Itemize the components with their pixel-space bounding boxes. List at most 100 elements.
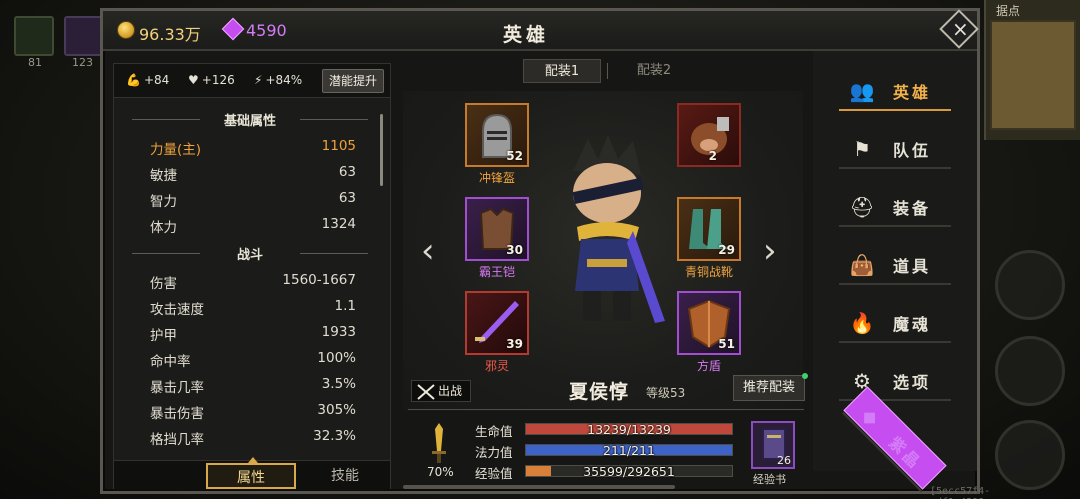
background-skill-slot: [64, 16, 104, 56]
tab-loadout-2[interactable]: 配装2: [615, 59, 693, 83]
fire-icon: 🔥: [849, 311, 875, 335]
speed-bonus: ⚡ +84%: [254, 73, 303, 87]
hp-bar: 13239/13239: [525, 422, 733, 437]
heart-icon: ♥: [188, 73, 199, 87]
gold-amount: 96.33万: [139, 25, 201, 44]
background-menu-button: [995, 420, 1065, 490]
equip-level: 30: [506, 243, 523, 257]
dialog-topbar: 96.33万 4590 英雄 ×: [103, 9, 979, 51]
potential-bonus-bar: 💪 +84 ♥ +126 ⚡ +84% 潜能提升: [114, 64, 390, 98]
equip-slot-armor[interactable]: 30: [465, 197, 529, 261]
minimap[interactable]: 据点: [984, 0, 1080, 140]
muscle-icon: 💪: [126, 73, 141, 87]
mp-bar: 211/211: [525, 443, 733, 458]
tab-divider: [607, 63, 608, 79]
equip-slot-helmet[interactable]: 52: [465, 103, 529, 167]
equip-level: 51: [718, 337, 735, 351]
equip-level: 52: [506, 149, 523, 163]
equip-level: 29: [718, 243, 735, 257]
dialog-title: 英雄: [503, 24, 550, 46]
loadout-tabs: 配装1 配装2: [523, 59, 703, 83]
nav-soul[interactable]: 🔥 魔魂: [839, 305, 951, 343]
nav-items[interactable]: 👜 道具: [839, 247, 951, 285]
minimap-map: [990, 20, 1076, 130]
background-potion-button: [995, 336, 1065, 406]
hp-label: 生命值: [475, 424, 513, 439]
nav-team[interactable]: ⚑ 队伍: [839, 131, 951, 169]
book-label: 经验书: [753, 473, 786, 486]
crossed-swords-icon: [417, 384, 435, 400]
stat-row: 格挡几率 32.3%: [150, 428, 356, 448]
potential-upgrade-button[interactable]: 潜能提升: [322, 69, 384, 93]
basic-attributes-header: 基础属性: [132, 110, 368, 129]
stat-row: 命中率 100%: [150, 350, 356, 370]
deploy-button[interactable]: 出战: [411, 380, 471, 402]
gem-amount: 4590: [246, 21, 287, 40]
sword-power-icon: [432, 423, 446, 463]
horizontal-scrollbar[interactable]: [403, 485, 675, 489]
mp-label: 法力值: [475, 445, 513, 460]
exp-book-slot[interactable]: 26: [751, 421, 795, 469]
deploy-label: 出战: [438, 384, 463, 398]
exp-bar: 35599/292651: [525, 464, 733, 479]
right-nav: 👥 英雄 ⚑ 队伍 ⛑ 装备 👜 道具 🔥 魔魂 ⚙ 选项 ◆ 紫晶: [813, 51, 977, 490]
prev-hero-arrow-icon[interactable]: ‹: [421, 231, 435, 271]
equip-name: 方盾: [696, 359, 721, 373]
background-skill-slot: [14, 16, 54, 56]
background-slot-count: 81: [28, 56, 42, 69]
equip-name: 青铜战靴: [684, 265, 733, 279]
stat-row: 敏捷 63: [150, 164, 356, 184]
stat-row: 伤害 1560-1667: [150, 272, 356, 292]
gem-icon: ◆: [857, 402, 885, 431]
battle-attributes-header: 战斗: [132, 244, 368, 263]
nav-amethyst[interactable]: ◆ 紫晶: [843, 386, 947, 490]
nav-equipment[interactable]: ⛑ 装备: [839, 189, 951, 227]
strength-bonus: 💪 +84: [126, 73, 170, 87]
close-icon[interactable]: ×: [952, 17, 969, 41]
stat-row: 力量(主) 1105: [150, 138, 356, 158]
equip-name: 冲锋盔: [478, 171, 515, 185]
minimap-title: 据点: [996, 4, 1021, 18]
exp-label: 经验值: [475, 466, 513, 481]
book-count: 26: [777, 454, 791, 467]
section-divider: [408, 409, 804, 410]
session-id: [5ecc57f4-edf1-4298-952f]: [930, 486, 991, 499]
hero-name: 夏侯惇: [569, 381, 630, 403]
exp-value: 35599/292651: [583, 464, 675, 479]
stat-row: 暴击伤害 305%: [150, 402, 356, 422]
equip-slot-weapon[interactable]: 39: [465, 291, 529, 355]
background-slot-count: 123: [72, 56, 93, 69]
left-tabs: 属性 技能: [114, 457, 390, 490]
hero-dialog: 96.33万 4590 英雄 × 💪 +84 ♥ +126 ⚡ +84% 潜能提升 基…: [100, 8, 990, 499]
stats-panel: 💪 +84 ♥ +126 ⚡ +84% 潜能提升 基础属性 力量(主) 1105 敏捷 6…: [113, 63, 391, 490]
helmet-icon: ⛑: [849, 195, 875, 219]
stat-row: 护甲 1933: [150, 324, 356, 344]
stats-scrollbar[interactable]: [380, 114, 383, 186]
people-icon: 👥: [849, 79, 875, 103]
stat-row: 暴击几率 3.5%: [150, 376, 356, 396]
tab-attributes[interactable]: 属性: [206, 457, 296, 489]
notification-dot: [802, 373, 808, 379]
tab-skills[interactable]: 技能: [300, 463, 390, 489]
equip-name: 邪灵: [484, 359, 509, 373]
equip-name: 霸王铠: [478, 265, 515, 279]
background-scroll-button: [995, 250, 1065, 320]
equip-level: 2: [708, 149, 717, 163]
equip-slot-boots[interactable]: 29: [677, 197, 741, 261]
nav-hero[interactable]: 👥 英雄: [839, 73, 951, 111]
next-hero-arrow-icon[interactable]: ›: [763, 231, 777, 271]
recommend-loadout-button[interactable]: 推荐配装: [733, 375, 805, 401]
equip-slot-shield[interactable]: 51: [677, 291, 741, 355]
stat-row: 体力 1324: [150, 216, 356, 236]
purple-gem-icon: [221, 17, 245, 41]
hp-value: 13239/13239: [587, 422, 671, 437]
sword-percent: 70%: [427, 465, 454, 479]
equip-level: 39: [506, 337, 523, 351]
equip-slot-pet[interactable]: 2: [677, 103, 741, 167]
nav-options[interactable]: ⚙ 选项: [839, 363, 951, 401]
hero-level: 等级53: [646, 386, 686, 400]
tab-loadout-1[interactable]: 配装1: [523, 59, 601, 83]
stat-row: 智力 63: [150, 190, 356, 210]
bag-icon: 👜: [849, 253, 875, 277]
lightning-icon: ⚡: [254, 73, 263, 87]
